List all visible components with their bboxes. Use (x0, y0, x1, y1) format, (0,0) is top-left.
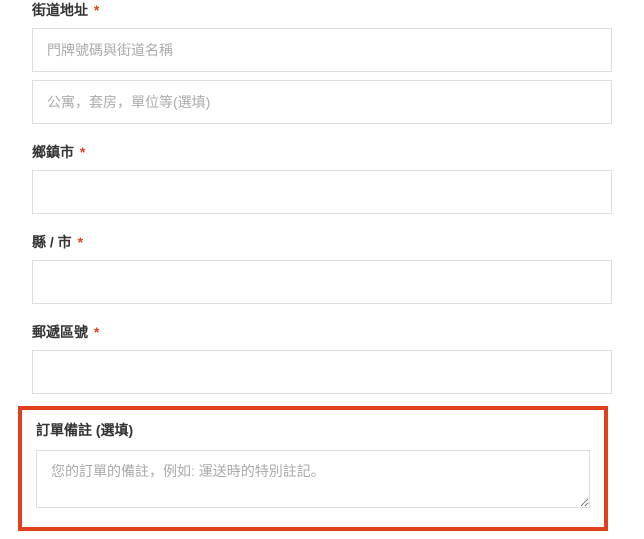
label-text: 郵遞區號 (32, 324, 88, 340)
county-label: 縣 / 市 * (32, 232, 612, 252)
county-input[interactable] (32, 260, 612, 304)
street-address-line2-input[interactable] (32, 80, 612, 124)
city-input[interactable] (32, 170, 612, 214)
label-text: 鄉鎮市 (32, 144, 74, 160)
required-mark: * (80, 144, 85, 160)
city-label: 鄉鎮市 * (32, 142, 612, 162)
street-address-group: 街道地址 * (32, 0, 612, 124)
postcode-group: 郵遞區號 * (32, 322, 612, 394)
required-mark: * (78, 234, 83, 250)
city-group: 鄉鎮市 * (32, 142, 612, 214)
label-text: 街道地址 (32, 2, 88, 18)
order-notes-label: 訂單備註 (選填) (36, 420, 590, 440)
order-notes-textarea[interactable] (36, 450, 590, 508)
postcode-input[interactable] (32, 350, 612, 394)
required-mark: * (94, 2, 99, 18)
postcode-label: 郵遞區號 * (32, 322, 612, 342)
county-group: 縣 / 市 * (32, 232, 612, 304)
order-notes-highlight: 訂單備註 (選填) (18, 406, 608, 531)
label-text: 縣 / 市 (32, 234, 72, 250)
street-address-line1-input[interactable] (32, 28, 612, 72)
label-text: 訂單備註 (選填) (36, 422, 133, 438)
required-mark: * (94, 324, 99, 340)
street-address-label: 街道地址 * (32, 0, 612, 20)
